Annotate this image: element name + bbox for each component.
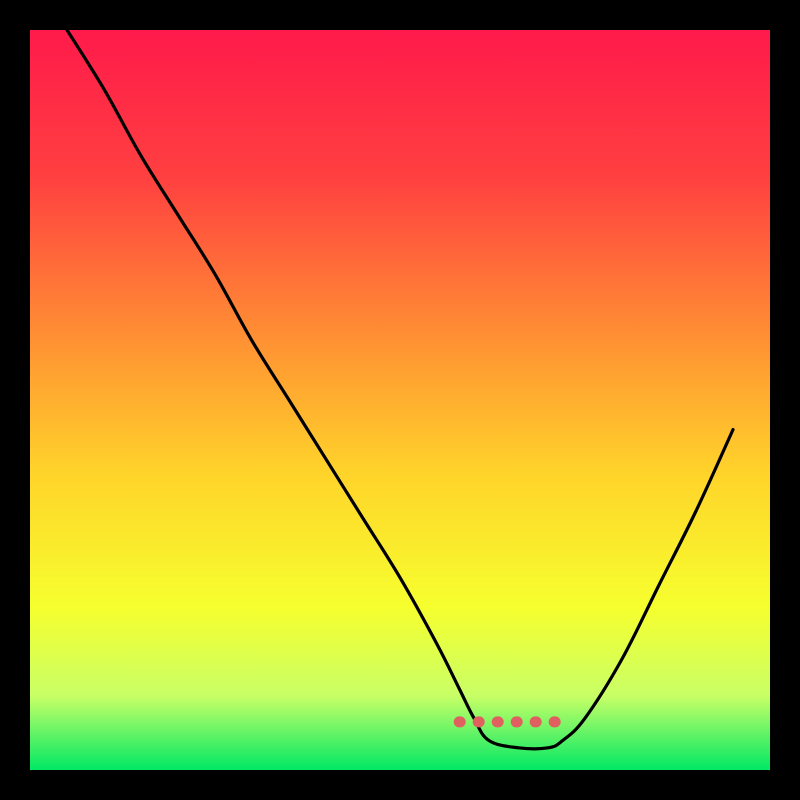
chart-svg	[0, 0, 800, 800]
plot-background	[30, 30, 770, 770]
